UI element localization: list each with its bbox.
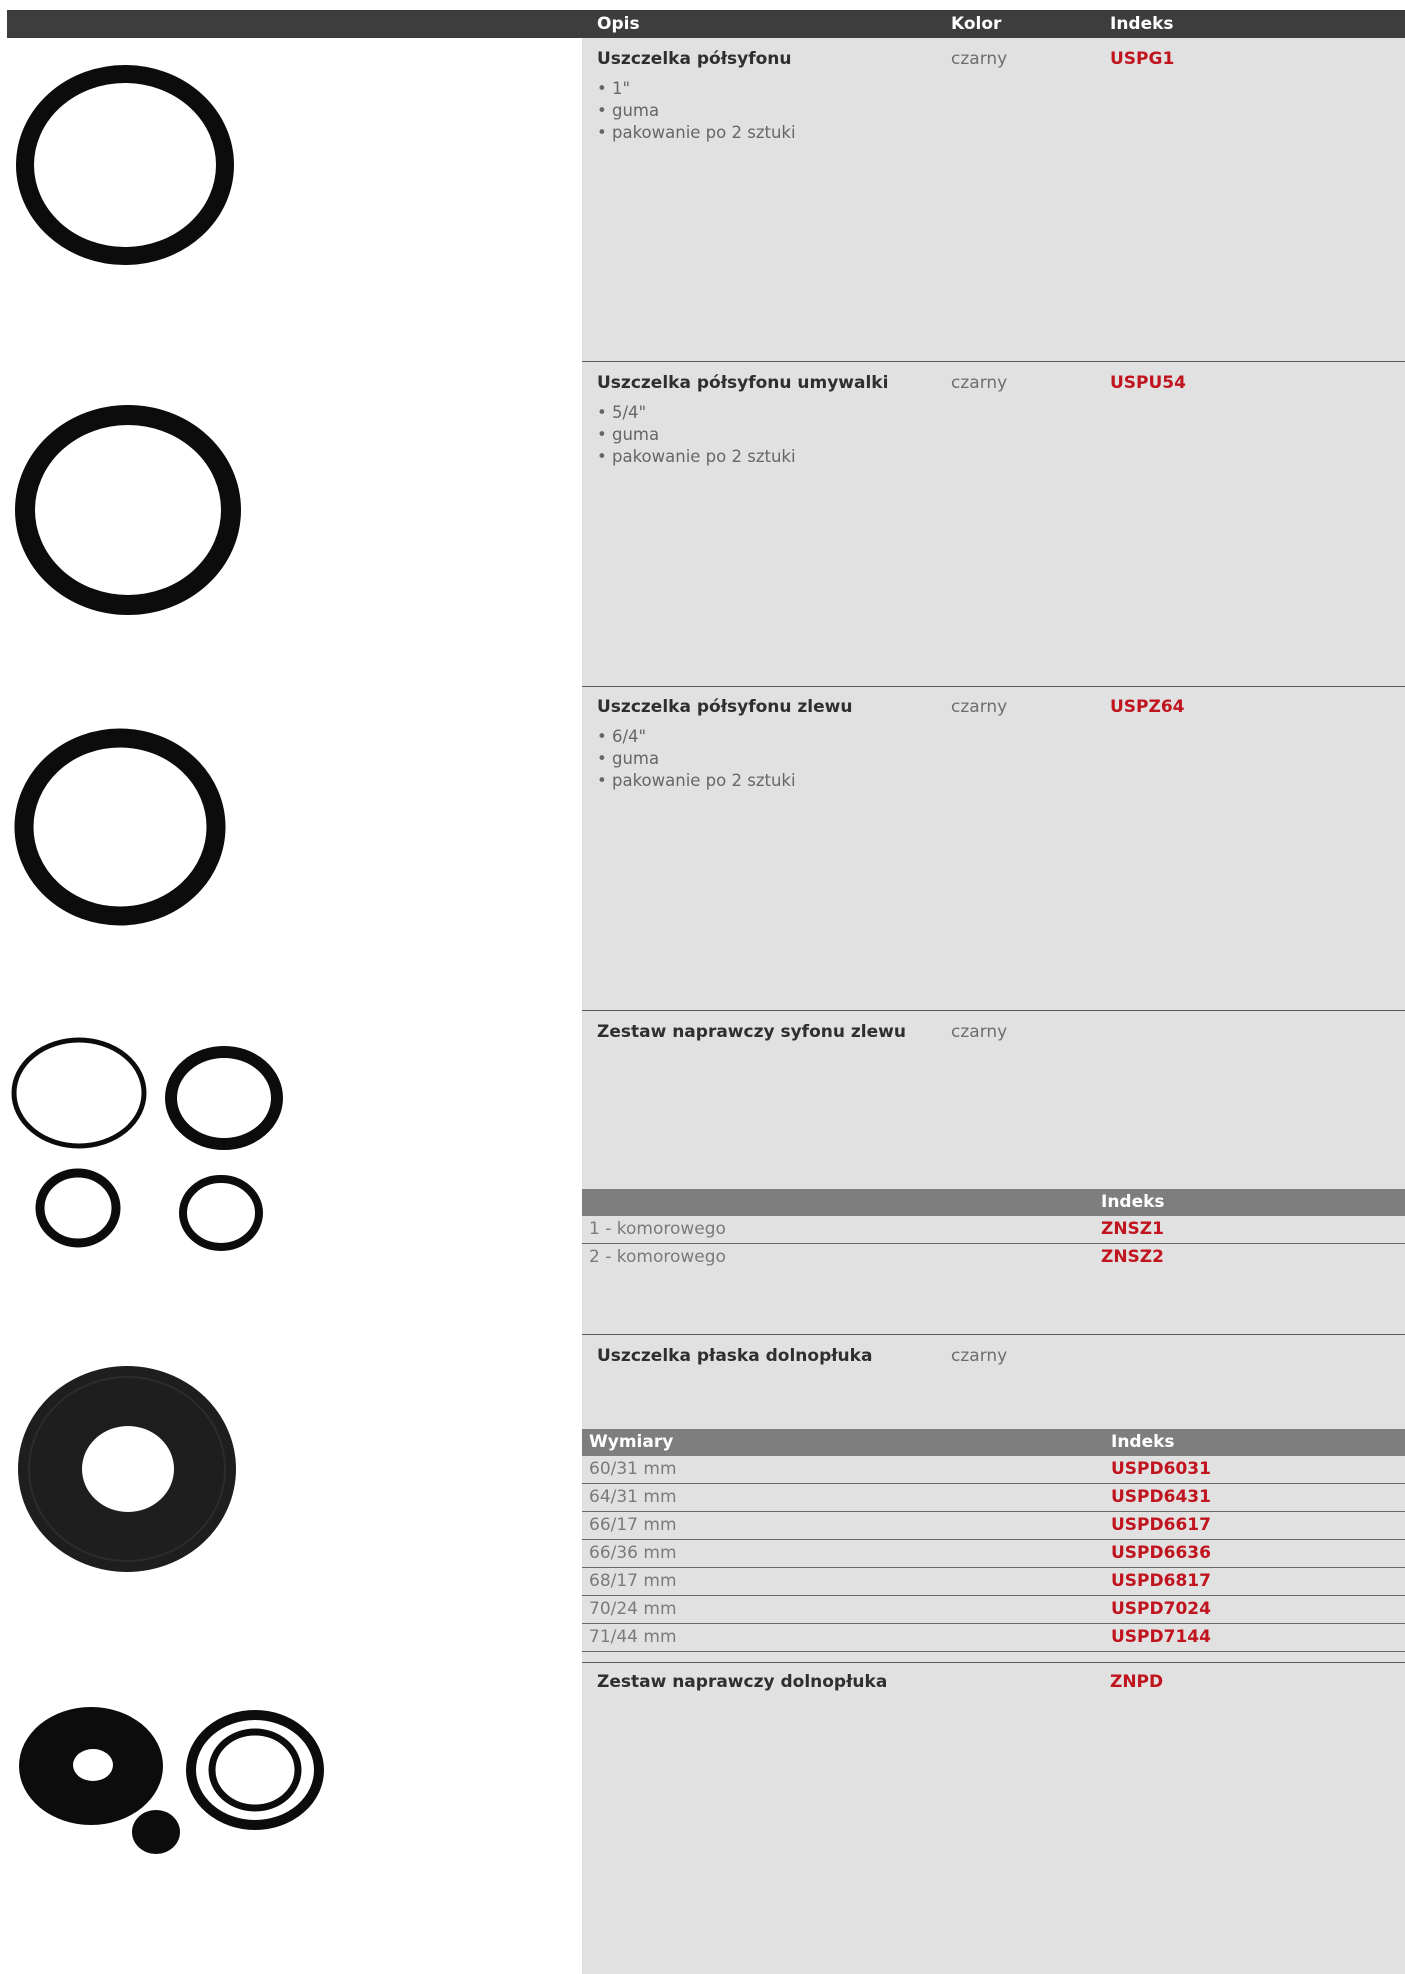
gasket-image	[14, 728, 226, 926]
gasket-image	[15, 405, 241, 615]
bullet-item: 1"	[597, 78, 796, 100]
row-label: 66/36 mm	[589, 1543, 677, 1563]
table-row: 66/17 mm USPD6617	[582, 1512, 1405, 1540]
divider	[582, 1010, 1405, 1011]
row-label: 66/17 mm	[589, 1515, 677, 1535]
divider	[582, 1662, 1405, 1663]
row-index: USPD6617	[1111, 1515, 1211, 1535]
row-index: USPD7144	[1111, 1627, 1211, 1647]
table-row: 64/31 mm USPD6431	[582, 1484, 1405, 1512]
header-desc: Opis	[597, 14, 640, 34]
product-bullets: 5/4" guma pakowanie po 2 sztuki	[597, 402, 796, 468]
product-name: Uszczelka półsyfonu umywalki	[597, 373, 889, 393]
subtable-header: Wymiary Indeks	[582, 1429, 1405, 1456]
product-color: czarny	[951, 49, 1008, 69]
bullet-item: pakowanie po 2 sztuki	[597, 446, 796, 468]
table-header-bar	[7, 10, 1405, 38]
divider	[582, 1334, 1405, 1335]
table-row: 66/36 mm USPD6636	[582, 1540, 1405, 1568]
row-index: USPD6431	[1111, 1487, 1211, 1507]
product-name: Zestaw naprawczy syfonu zlewu	[597, 1022, 906, 1042]
row-label: 68/17 mm	[589, 1571, 677, 1591]
table-row: 60/31 mm USPD6031	[582, 1456, 1405, 1484]
bullet-item: guma	[597, 424, 796, 446]
product-index: USPZ64	[1110, 697, 1185, 717]
row-label: 1 - komorowego	[589, 1219, 726, 1239]
row-label: 2 - komorowego	[589, 1247, 726, 1267]
row-label: 60/31 mm	[589, 1459, 677, 1479]
row-index: USPD6031	[1111, 1459, 1211, 1479]
product-color: czarny	[951, 1346, 1008, 1366]
bullet-item: 5/4"	[597, 402, 796, 424]
repair-kit-image	[19, 1707, 324, 1854]
divider	[582, 686, 1405, 687]
header-color: Kolor	[951, 14, 1002, 34]
bullet-item: 6/4"	[597, 726, 796, 748]
bullet-item: guma	[597, 100, 796, 122]
bullet-item: guma	[597, 748, 796, 770]
subtable-header-index: Indeks	[1111, 1432, 1175, 1452]
gasket-image	[16, 65, 234, 265]
row-index: USPD6636	[1111, 1543, 1211, 1563]
row-label: 64/31 mm	[589, 1487, 677, 1507]
product-name: Zestaw naprawczy dolnopłuka	[597, 1672, 888, 1692]
bullet-item: pakowanie po 2 sztuki	[597, 770, 796, 792]
product-index: USPG1	[1110, 49, 1175, 69]
product-index: USPU54	[1110, 373, 1186, 393]
product-name: Uszczelka półsyfonu	[597, 49, 792, 69]
product-color: czarny	[951, 697, 1008, 717]
product-bullets: 1" guma pakowanie po 2 sztuki	[597, 78, 796, 144]
product-color: czarny	[951, 1022, 1008, 1042]
row-label: 70/24 mm	[589, 1599, 677, 1619]
bullet-item: pakowanie po 2 sztuki	[597, 122, 796, 144]
table-row: 70/24 mm USPD7024	[582, 1596, 1405, 1624]
product-color: czarny	[951, 373, 1008, 393]
table-row: 1 - komorowego ZNSZ1	[582, 1216, 1405, 1244]
subtable-header-dim: Wymiary	[589, 1432, 674, 1452]
subtable-header: Indeks	[582, 1189, 1405, 1216]
header-index: Indeks	[1110, 14, 1174, 34]
product-bullets: 6/4" guma pakowanie po 2 sztuki	[597, 726, 796, 792]
row-index: ZNSZ1	[1101, 1219, 1164, 1239]
row-index: USPD6817	[1111, 1571, 1211, 1591]
product-name: Uszczelka półsyfonu zlewu	[597, 697, 853, 717]
row-index: USPD7024	[1111, 1599, 1211, 1619]
divider	[582, 361, 1405, 362]
row-index: ZNSZ2	[1101, 1247, 1164, 1267]
subtable-header-index: Indeks	[1101, 1192, 1165, 1212]
product-name: Uszczelka płaska dolnopłuka	[597, 1346, 873, 1366]
table-row: 2 - komorowego ZNSZ2	[582, 1244, 1405, 1271]
table-row: 68/17 mm USPD6817	[582, 1568, 1405, 1596]
row-label: 71/44 mm	[589, 1627, 677, 1647]
flat-gasket-image	[18, 1366, 236, 1572]
table-row: 71/44 mm USPD7144	[582, 1624, 1405, 1652]
repair-kit-image	[11, 1037, 283, 1251]
product-index: ZNPD	[1110, 1672, 1164, 1692]
